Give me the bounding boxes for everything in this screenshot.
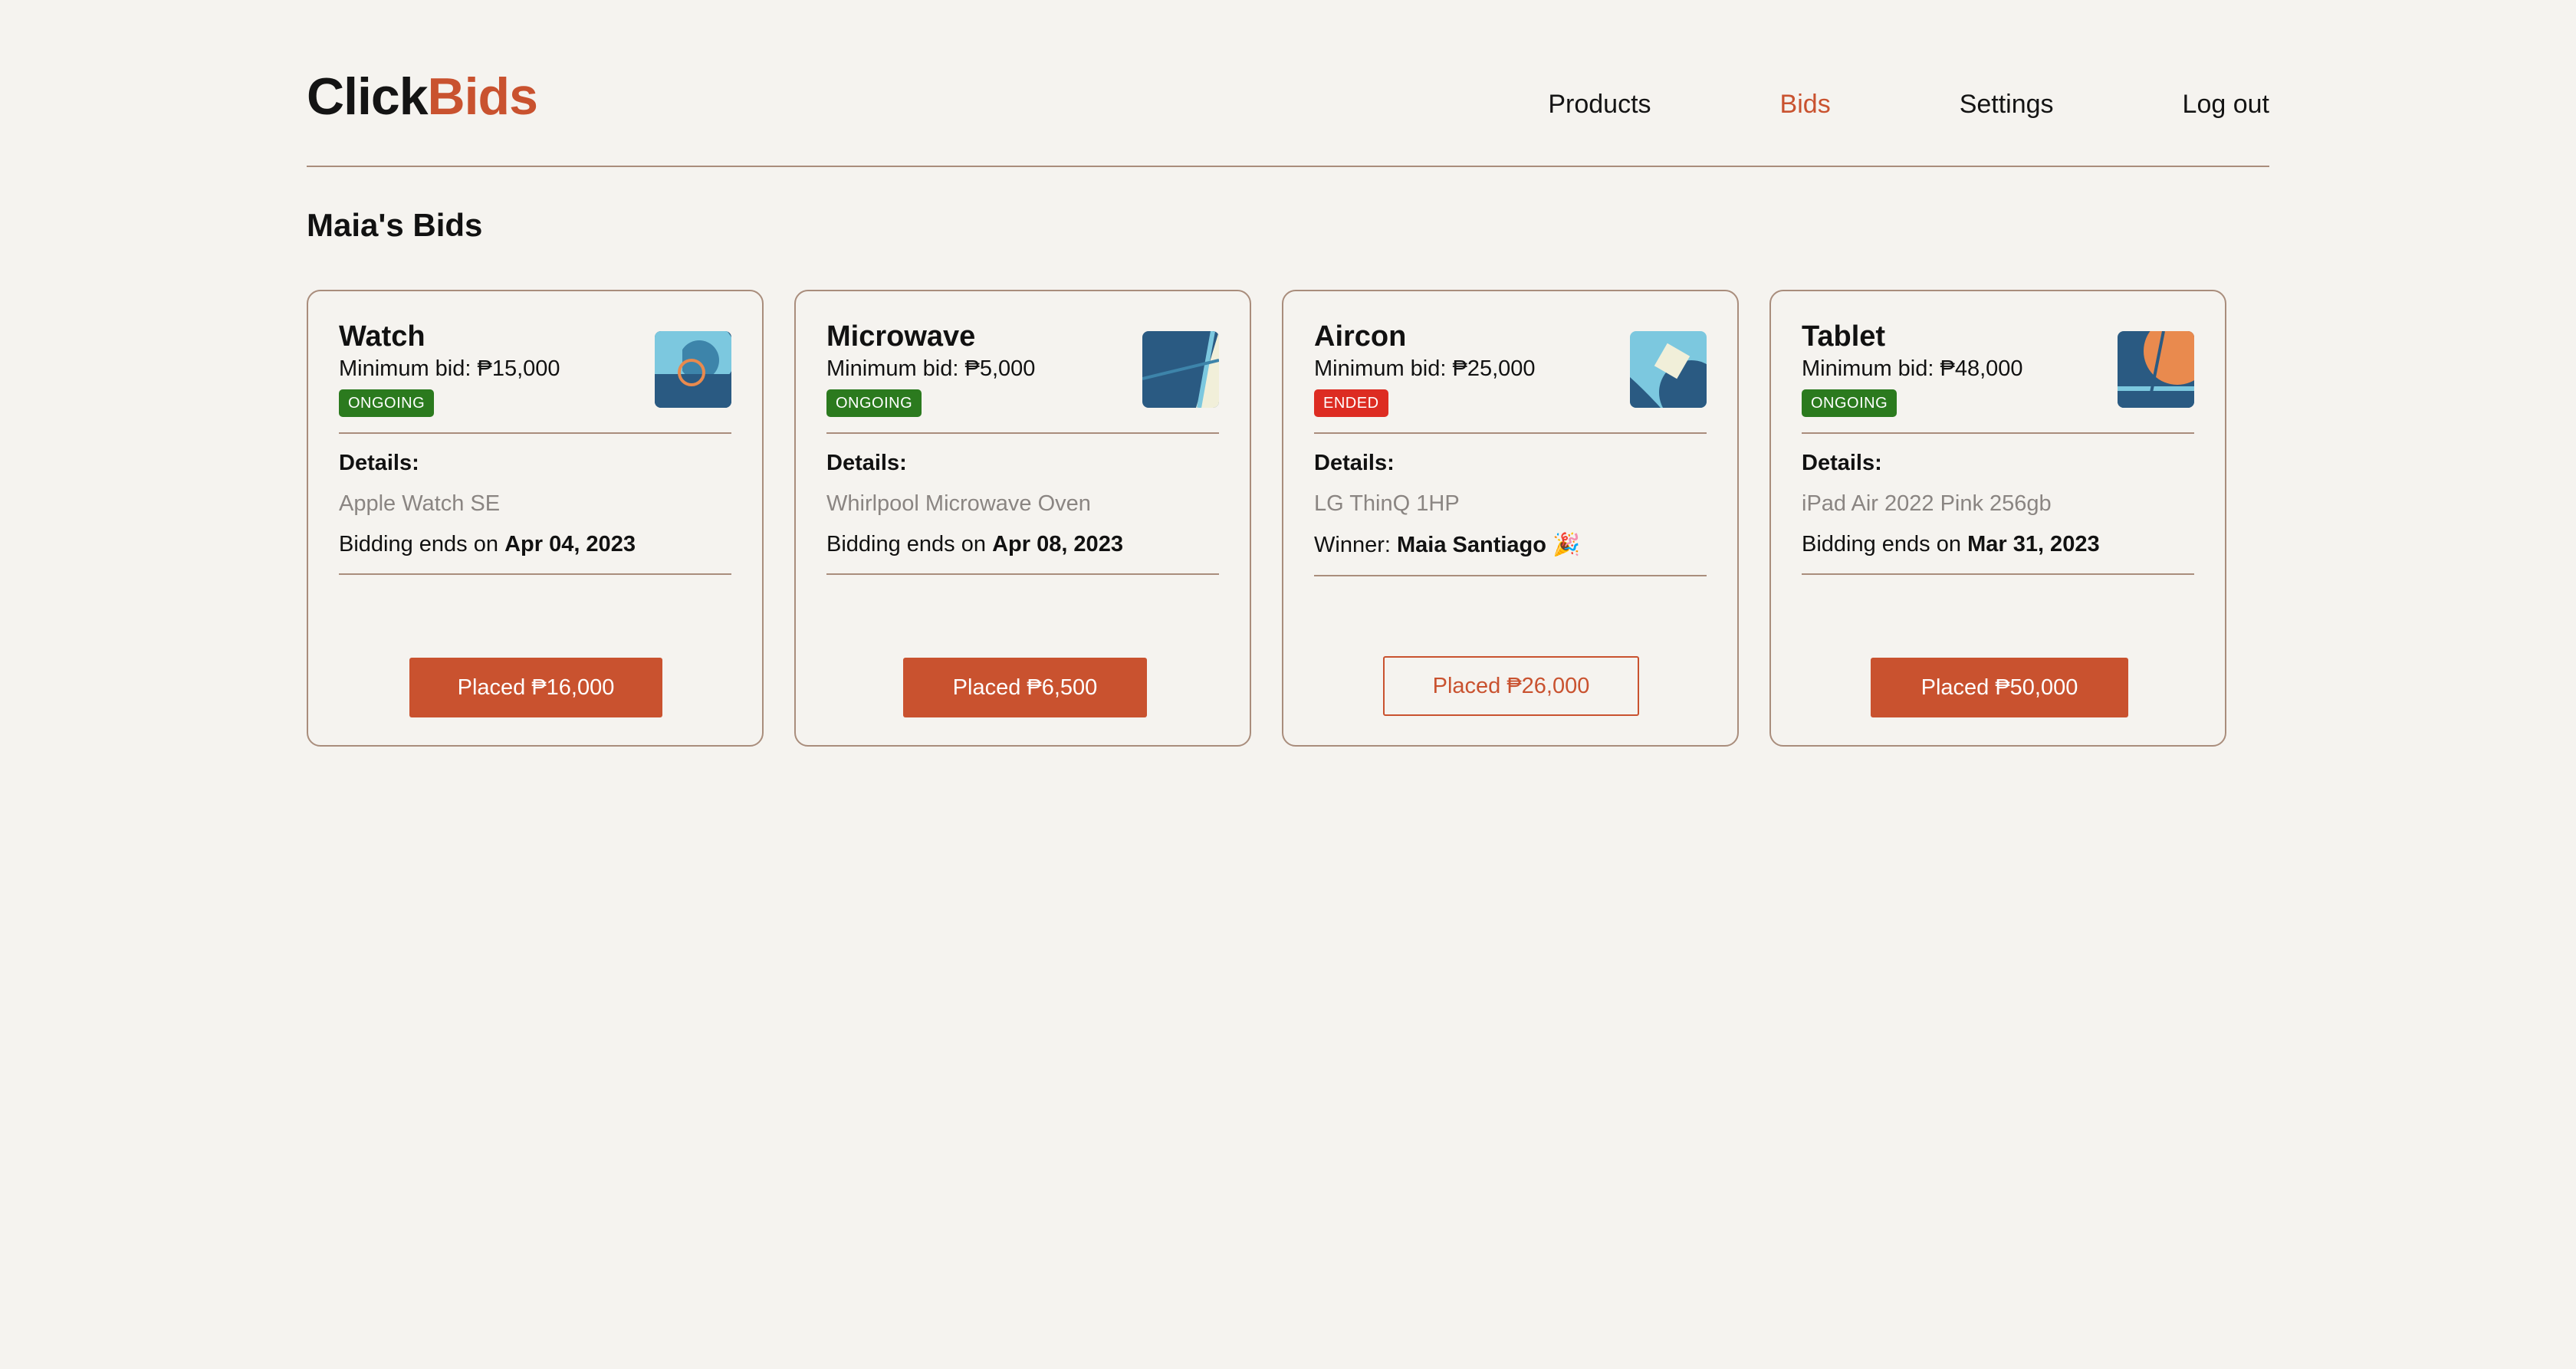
minimum-bid-label: Minimum bid: [1802, 356, 1940, 381]
card-title: Watch [339, 320, 426, 353]
brand-logo[interactable]: ClickBids [307, 71, 538, 123]
main-nav: Products Bids Settings Log out [1548, 89, 2269, 120]
card-divider [1802, 432, 2194, 434]
card-divider [826, 432, 1219, 434]
minimum-bid: Minimum bid: ₱15,000 [339, 356, 560, 382]
minimum-bid: Minimum bid: ₱5,000 [826, 356, 1035, 382]
bid-card-tablet: Tablet Minimum bid: ₱48,000 ONGOING Deta… [1769, 290, 2226, 747]
bid-card-microwave: Microwave Minimum bid: ₱5,000 ONGOING De… [794, 290, 1251, 747]
minimum-bid-value: ₱15,000 [477, 356, 560, 381]
abstract-tablet-icon [2118, 331, 2194, 408]
details-text: Whirlpool Microwave Oven [826, 491, 1091, 516]
card-divider [339, 573, 731, 575]
minimum-bid-label: Minimum bid: [826, 356, 965, 381]
winner: Winner: Maia Santiago 🎉 [1314, 532, 1580, 558]
minimum-bid-label: Minimum bid: [339, 356, 478, 381]
bidding-ends-label: Bidding ends on [339, 532, 505, 556]
details-label: Details: [1314, 451, 1395, 475]
party-icon: 🎉 [1546, 533, 1581, 557]
details-label: Details: [1802, 451, 1882, 475]
bidding-ends: Bidding ends on Apr 04, 2023 [339, 532, 636, 557]
placed-bid-button[interactable]: Placed ₱26,000 [1383, 656, 1639, 716]
card-title: Aircon [1314, 320, 1407, 353]
nav-bids[interactable]: Bids [1780, 89, 1831, 120]
brand-logo-part2: Bids [427, 67, 538, 126]
bidding-ends: Bidding ends on Apr 08, 2023 [826, 532, 1123, 557]
bid-card-list: Watch Minimum bid: ₱15,000 ONGOING Detai… [307, 290, 2226, 747]
bid-card-aircon: Aircon Minimum bid: ₱25,000 ENDED Detail… [1282, 290, 1739, 747]
nav-settings[interactable]: Settings [1960, 89, 2054, 120]
bidding-ends: Bidding ends on Mar 31, 2023 [1802, 532, 2100, 557]
card-divider [339, 432, 731, 434]
minimum-bid-value: ₱5,000 [964, 356, 1036, 381]
details-text: LG ThinQ 1HP [1314, 491, 1460, 516]
brand-logo-part1: Click [307, 67, 429, 126]
status-badge: ENDED [1314, 389, 1388, 417]
bid-card-watch: Watch Minimum bid: ₱15,000 ONGOING Detai… [307, 290, 764, 747]
winner-name: Maia Santiago [1396, 533, 1546, 557]
minimum-bid: Minimum bid: ₱48,000 [1802, 356, 2023, 382]
minimum-bid-value: ₱48,000 [1940, 356, 2023, 381]
card-divider [1314, 575, 1707, 576]
bidding-ends-label: Bidding ends on [826, 532, 993, 556]
details-text: Apple Watch SE [339, 491, 501, 516]
placed-bid-button[interactable]: Placed ₱50,000 [1871, 658, 2128, 717]
status-badge: ONGOING [826, 389, 922, 417]
details-label: Details: [826, 451, 907, 475]
bidding-ends-date: Mar 31, 2023 [1967, 532, 2100, 556]
card-divider [1314, 432, 1707, 434]
page: ClickBids Products Bids Settings Log out… [307, 0, 2269, 747]
minimum-bid-value: ₱25,000 [1452, 356, 1536, 381]
nav-products[interactable]: Products [1548, 89, 1651, 120]
page-title: Maia's Bids [307, 207, 483, 243]
placed-bid-button[interactable]: Placed ₱16,000 [409, 658, 662, 717]
placed-bid-button[interactable]: Placed ₱6,500 [903, 658, 1147, 717]
minimum-bid: Minimum bid: ₱25,000 [1314, 356, 1536, 382]
abstract-watch-icon [655, 331, 731, 408]
bidding-ends-date: Apr 04, 2023 [504, 532, 636, 556]
details-label: Details: [339, 451, 419, 475]
status-badge: ONGOING [339, 389, 435, 417]
details-text: iPad Air 2022 Pink 256gb [1802, 491, 2052, 516]
card-divider [826, 573, 1219, 575]
bidding-ends-label: Bidding ends on [1802, 532, 1968, 556]
site-header: ClickBids Products Bids Settings Log out [307, 0, 2269, 167]
abstract-aircon-icon [1630, 331, 1707, 408]
nav-log-out[interactable]: Log out [2183, 89, 2269, 120]
abstract-microwave-icon [1142, 331, 1219, 408]
card-divider [1802, 573, 2194, 575]
card-title: Microwave [826, 320, 976, 353]
minimum-bid-label: Minimum bid: [1314, 356, 1453, 381]
card-title: Tablet [1802, 320, 1886, 353]
bidding-ends-date: Apr 08, 2023 [992, 532, 1123, 556]
winner-label: Winner: [1314, 533, 1397, 557]
status-badge: ONGOING [1802, 389, 1898, 417]
